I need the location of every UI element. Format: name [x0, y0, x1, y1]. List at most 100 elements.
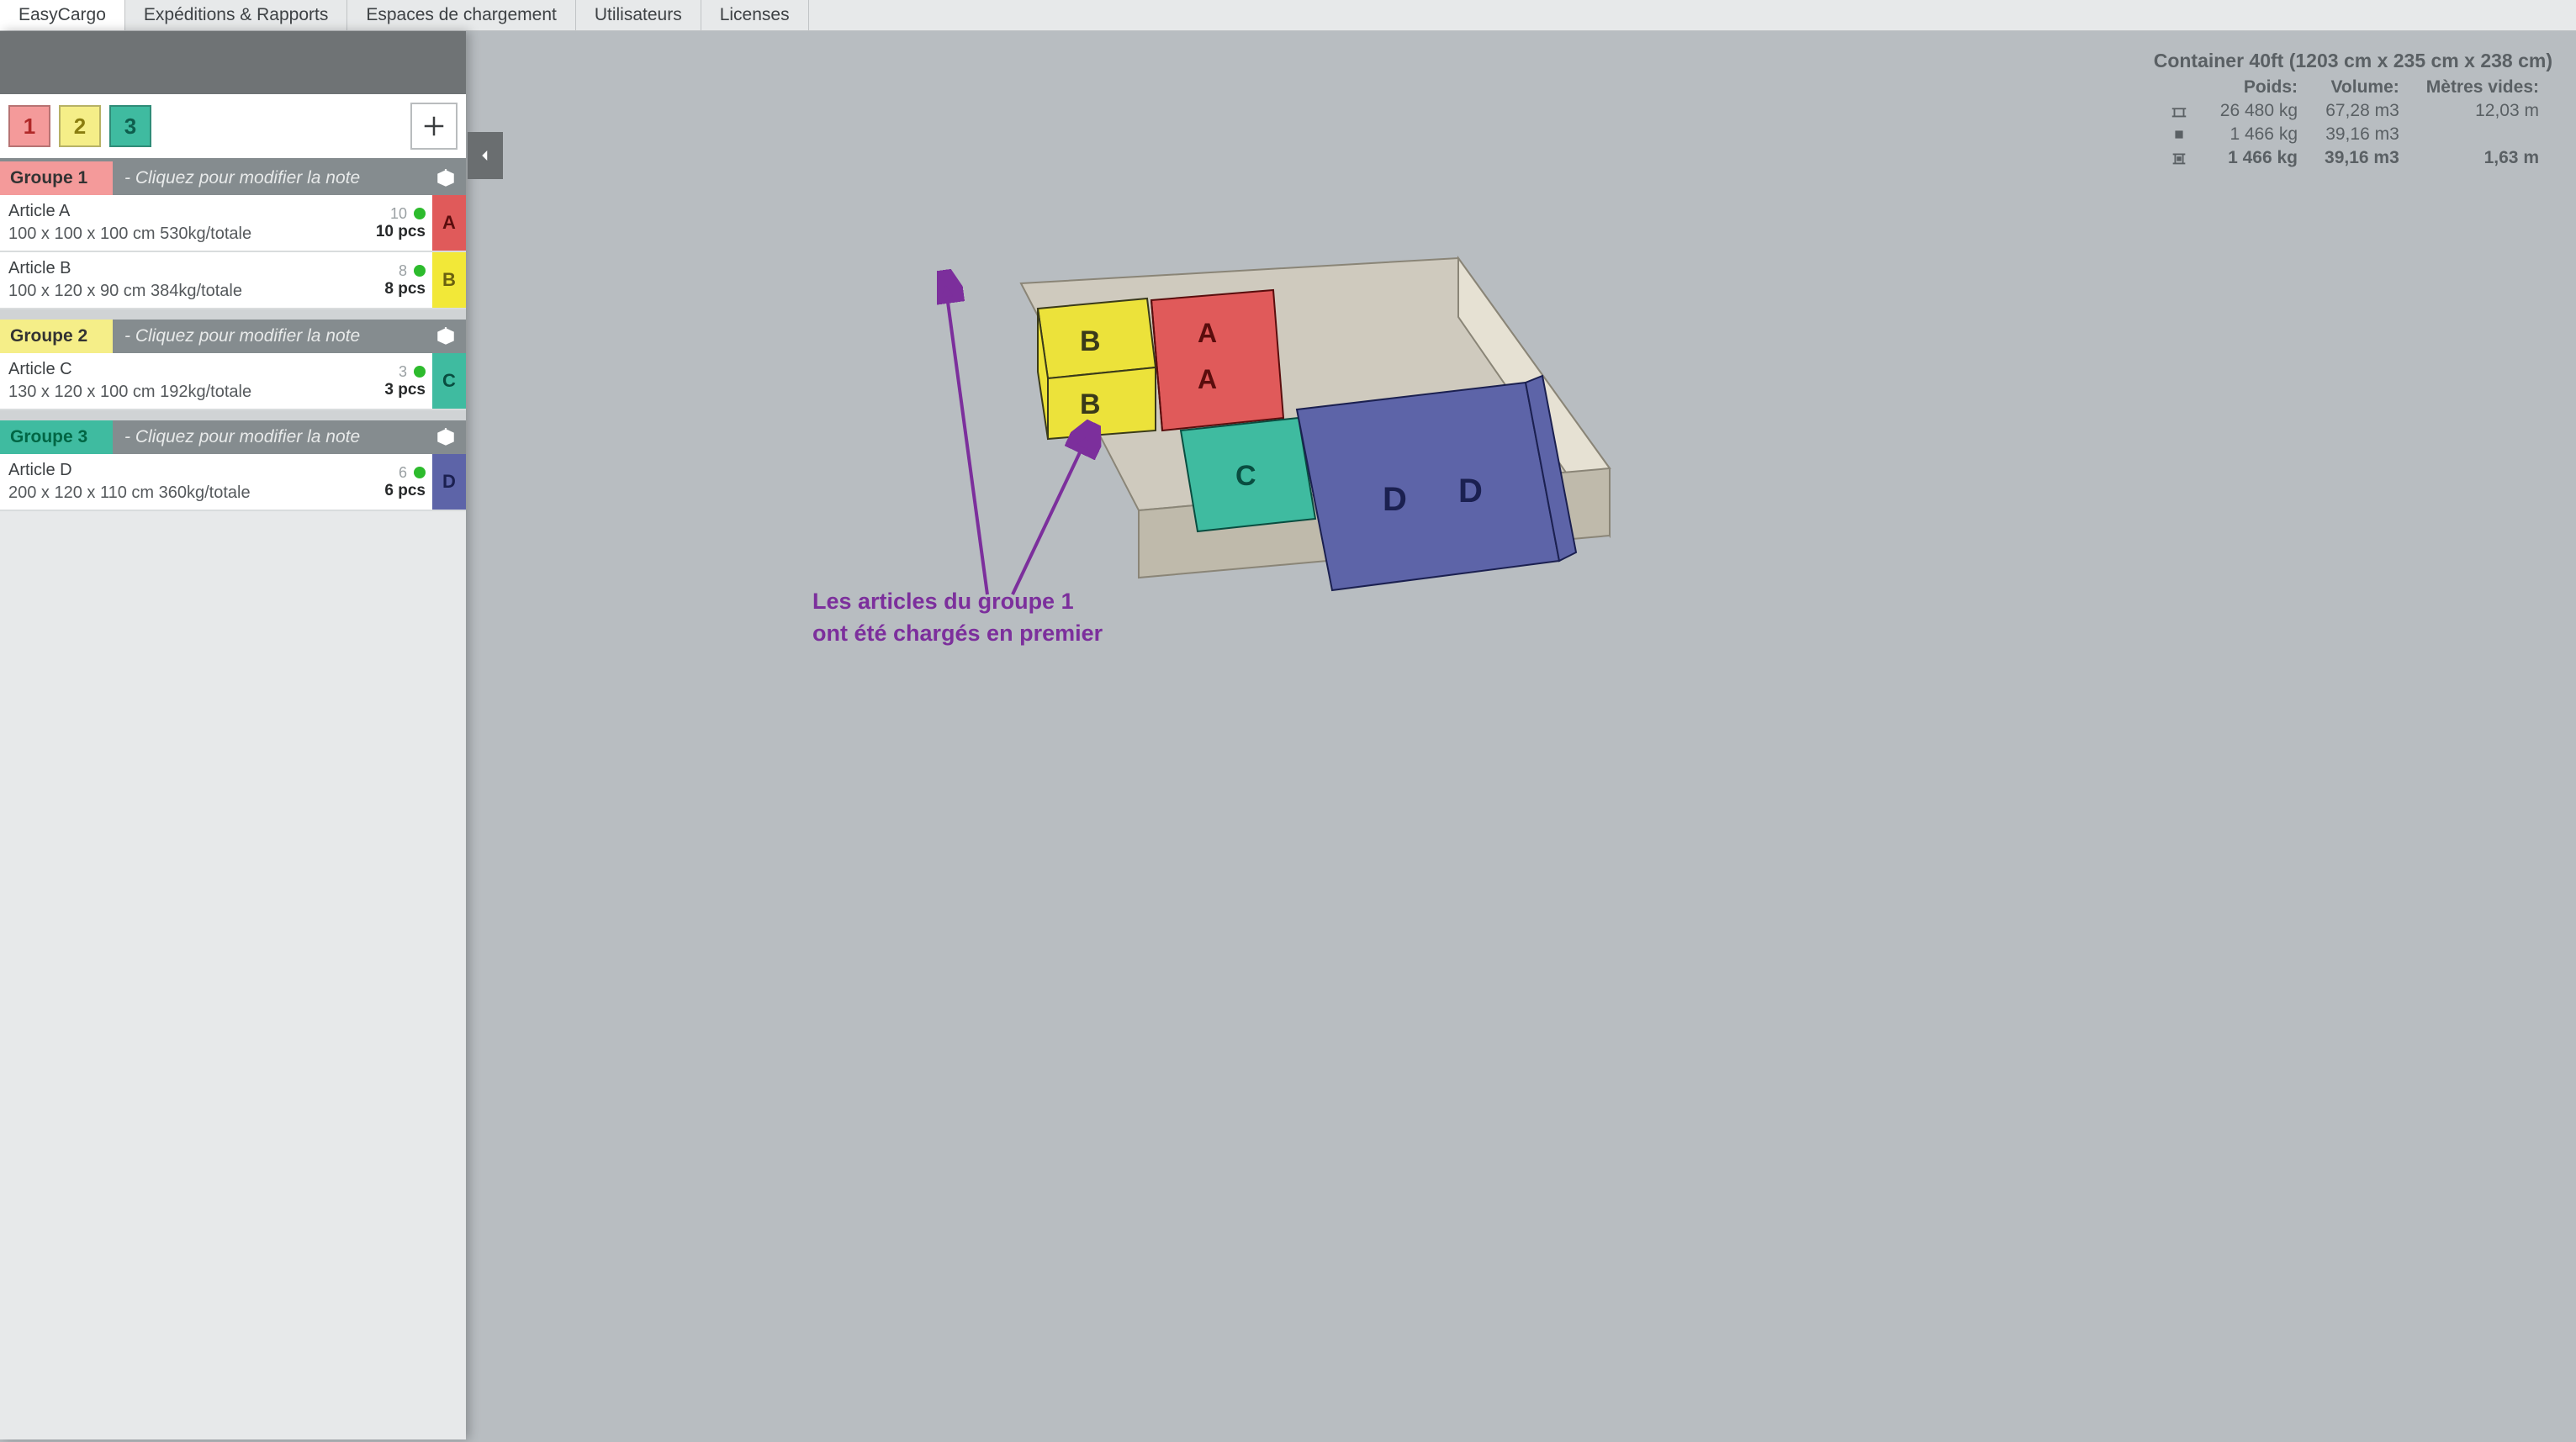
item-pcs: 3 pcs [384, 381, 426, 399]
stats-volume: 39,16 m3 [2311, 146, 2413, 170]
stats-row-icon [2151, 123, 2207, 146]
item-row[interactable]: Article B100 x 120 x 90 cm 384kg/totale8… [0, 252, 466, 309]
group-note[interactable]: - Cliquez pour modifier la note [113, 161, 426, 195]
item-main[interactable]: Article A100 x 100 x 100 cm 530kg/totale [0, 195, 357, 251]
sidebar-toolbar [0, 31, 466, 94]
annotation-text: Les articles du groupe 1 ont été chargés… [812, 586, 1103, 650]
stats-header-empty: Mètres vides: [2413, 76, 2552, 99]
annotation-line1: Les articles du groupe 1 [812, 586, 1103, 618]
group-header: Groupe 2- Cliquez pour modifier la note [0, 320, 466, 353]
stats-row: 26 480 kg67,28 m312,03 m [2151, 99, 2552, 123]
item-pcs: 8 pcs [384, 280, 426, 298]
stats-weight: 1 466 kg [2207, 123, 2311, 146]
stats-header-weight: Poids: [2207, 76, 2311, 99]
container-title: Container 40ft (1203 cm x 235 cm x 238 c… [2151, 50, 2552, 72]
add-box-icon [435, 325, 457, 347]
stats-empty: 1,63 m [2413, 146, 2552, 170]
sidebar: 1 2 3 Groupe 1- Cliquez pour modifier la… [0, 31, 466, 1439]
add-item-button[interactable] [426, 426, 466, 448]
priority-tab-2[interactable]: 2 [59, 105, 101, 147]
svg-text:D: D [1458, 473, 1483, 510]
group-label[interactable]: Groupe 1 [0, 161, 113, 195]
nav-tab-app[interactable]: EasyCargo [0, 0, 125, 30]
svg-text:A: A [1198, 364, 1217, 394]
item-row[interactable]: Article A100 x 100 x 100 cm 530kg/totale… [0, 195, 466, 252]
nav-tab-1[interactable]: Espaces de chargement [347, 0, 575, 30]
status-dot-icon [414, 265, 426, 277]
scene-svg: B B A A C D D [987, 241, 1627, 636]
svg-text:B: B [1080, 388, 1101, 420]
item-count: 3 [399, 363, 407, 381]
group-note[interactable]: - Cliquez pour modifier la note [113, 320, 426, 353]
item-color-tag[interactable]: B [432, 252, 466, 308]
item-pcs: 6 pcs [384, 482, 426, 500]
add-box-icon [435, 167, 457, 189]
stats-volume: 67,28 m3 [2311, 99, 2413, 123]
group-label[interactable]: Groupe 2 [0, 320, 113, 353]
item-count: 6 [399, 464, 407, 482]
item-dims: 200 x 120 x 110 cm 360kg/totale [8, 482, 348, 504]
viewport-3d[interactable]: Container 40ft (1203 cm x 235 cm x 238 c… [466, 31, 2576, 1439]
item-color-tag[interactable]: A [432, 195, 466, 251]
item-color-tag[interactable]: D [432, 454, 466, 510]
stats-weight: 1 466 kg [2207, 146, 2311, 170]
priority-tabs-row: 1 2 3 [0, 94, 466, 161]
item-dims: 100 x 120 x 90 cm 384kg/totale [8, 280, 348, 303]
stats-weight: 26 480 kg [2207, 99, 2311, 123]
item-count: 10 [390, 205, 407, 223]
status-dot-icon [414, 208, 426, 219]
item-name: Article A [8, 200, 348, 223]
item-color-tag[interactable]: C [432, 353, 466, 409]
svg-text:A: A [1198, 318, 1217, 348]
group-label[interactable]: Groupe 3 [0, 420, 113, 454]
chevron-left-icon [478, 148, 493, 163]
group-header: Groupe 3- Cliquez pour modifier la note [0, 420, 466, 454]
add-item-button[interactable] [426, 167, 466, 189]
add-item-button[interactable] [426, 325, 466, 347]
item-name: Article B [8, 257, 348, 280]
nav-tab-3[interactable]: Licenses [701, 0, 809, 30]
item-meta: 33 pcs [357, 353, 432, 409]
annotation-line2: ont été chargés en premier [812, 618, 1103, 650]
item-meta: 1010 pcs [357, 195, 432, 251]
add-group-button[interactable] [410, 103, 458, 150]
nav-tab-0[interactable]: Expéditions & Rapports [125, 0, 347, 30]
group-note[interactable]: - Cliquez pour modifier la note [113, 420, 426, 454]
nav-tab-2[interactable]: Utilisateurs [576, 0, 701, 30]
stats-volume: 39,16 m3 [2311, 123, 2413, 146]
item-meta: 88 pcs [357, 252, 432, 308]
plus-icon [421, 114, 447, 139]
svg-text:D: D [1383, 481, 1407, 518]
stats-row: 1 466 kg39,16 m31,63 m [2151, 146, 2552, 170]
svg-text:B: B [1080, 325, 1101, 357]
item-count: 8 [399, 262, 407, 280]
top-nav: EasyCargo Expéditions & Rapports Espaces… [0, 0, 2576, 31]
priority-tab-3[interactable]: 3 [109, 105, 151, 147]
group-gap [0, 410, 466, 420]
item-main[interactable]: Article B100 x 120 x 90 cm 384kg/totale [0, 252, 357, 308]
stats-empty [2413, 123, 2552, 146]
item-row[interactable]: Article C130 x 120 x 100 cm 192kg/totale… [0, 353, 466, 410]
item-dims: 100 x 100 x 100 cm 530kg/totale [8, 223, 348, 246]
item-row[interactable]: Article D200 x 120 x 110 cm 360kg/totale… [0, 454, 466, 511]
item-main[interactable]: Article C130 x 120 x 100 cm 192kg/totale [0, 353, 357, 409]
item-name: Article C [8, 358, 348, 381]
stats-row-icon [2151, 99, 2207, 123]
group-header: Groupe 1- Cliquez pour modifier la note [0, 161, 466, 195]
item-name: Article D [8, 459, 348, 482]
stats-empty: 12,03 m [2413, 99, 2552, 123]
stats-header-volume: Volume: [2311, 76, 2413, 99]
svg-text:C: C [1235, 460, 1256, 492]
status-dot-icon [414, 467, 426, 478]
item-pcs: 10 pcs [376, 223, 426, 241]
container-stats: Container 40ft (1203 cm x 235 cm x 238 c… [2151, 50, 2552, 170]
stats-row: 1 466 kg39,16 m3 [2151, 123, 2552, 146]
priority-tab-1[interactable]: 1 [8, 105, 50, 147]
collapse-sidebar-button[interactable] [468, 132, 503, 179]
container-3d-scene: B B A A C D D [987, 241, 1627, 636]
add-box-icon [435, 426, 457, 448]
stats-row-icon [2151, 146, 2207, 170]
status-dot-icon [414, 366, 426, 378]
item-main[interactable]: Article D200 x 120 x 110 cm 360kg/totale [0, 454, 357, 510]
group-gap [0, 309, 466, 320]
